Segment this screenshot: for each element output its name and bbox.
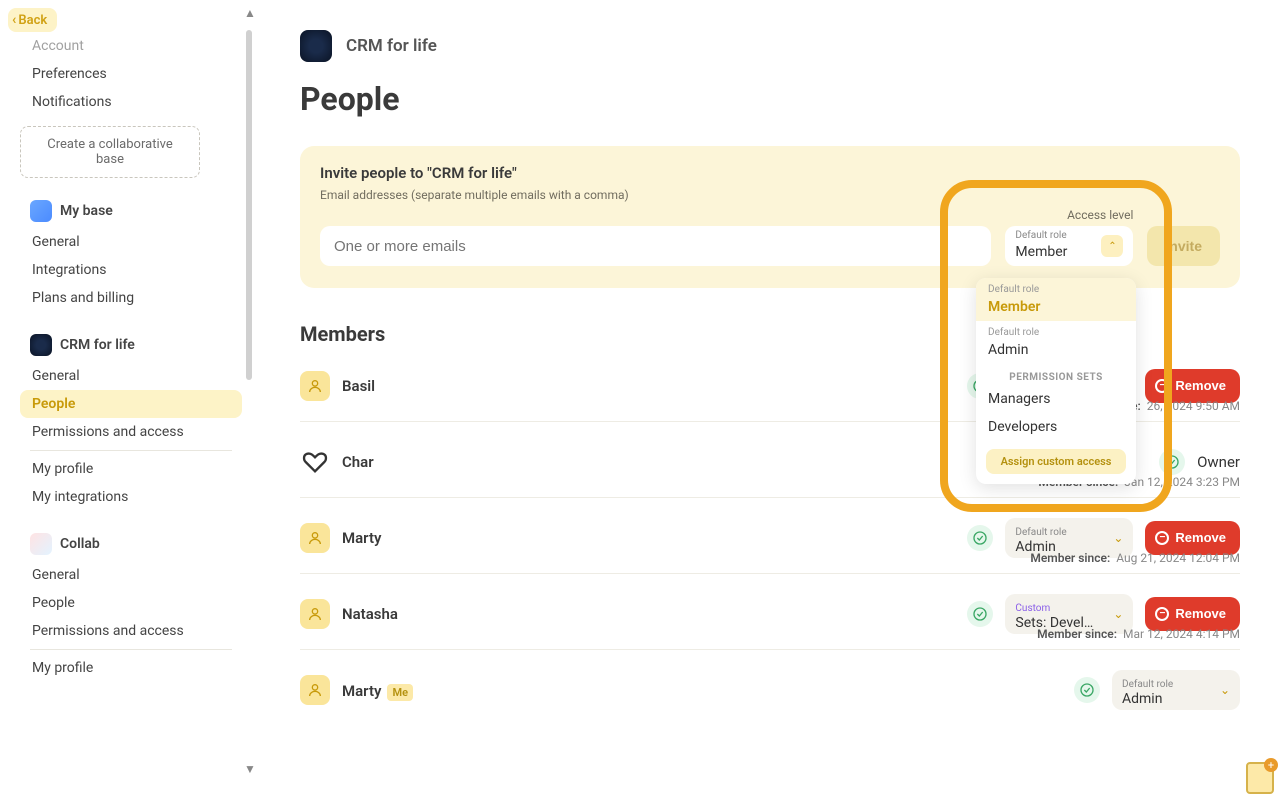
verified-icon: [1159, 449, 1185, 475]
dropdown-set-managers[interactable]: Managers: [976, 385, 1136, 413]
member-row: Marty Me Default roleAdmin ⌄: [300, 650, 1240, 726]
remove-button[interactable]: −Remove: [1145, 369, 1240, 403]
chevron-left-icon: ‹: [12, 12, 16, 28]
invite-panel: Invite people to "CRM for life" Email ad…: [300, 146, 1240, 288]
divider: [30, 450, 232, 451]
sidebar: ▲ ▼ Account Preferences Notifications Cr…: [0, 0, 250, 800]
verified-icon: [967, 601, 993, 627]
remove-button[interactable]: −Remove: [1145, 597, 1240, 631]
sidebar-item-people[interactable]: People: [20, 589, 242, 617]
back-label: Back: [18, 13, 47, 28]
member-name: Marty: [342, 529, 381, 547]
member-name: Basil: [342, 377, 375, 395]
role-value: Admin: [1122, 691, 1173, 708]
email-input[interactable]: [320, 226, 991, 266]
sidebar-item-general[interactable]: General: [20, 561, 242, 589]
dropdown-sets-header: PERMISSION SETS: [976, 364, 1136, 385]
me-badge: Me: [387, 684, 413, 701]
back-button[interactable]: ‹ Back: [8, 8, 57, 32]
chevron-down-icon: ⌄: [1113, 607, 1123, 621]
mybase-icon: [30, 200, 52, 222]
member-since: Member since:Mar 12, 2024 4:14 PM: [1037, 627, 1240, 641]
plus-badge-icon: +: [1264, 758, 1278, 772]
dropdown-value: Member: [988, 299, 1040, 315]
user-avatar-icon: [300, 523, 330, 553]
remove-label: Remove: [1175, 378, 1226, 393]
clipboard-icon[interactable]: +: [1246, 762, 1274, 794]
dropdown-set-developers[interactable]: Developers: [976, 413, 1136, 441]
role-dropdown: Default role Member Default role Admin P…: [976, 278, 1136, 484]
role-small-label: Default role: [1015, 527, 1066, 538]
user-avatar-icon: [300, 371, 330, 401]
chevron-down-icon: ⌄: [1220, 683, 1230, 697]
dropdown-option-member[interactable]: Default role Member: [976, 278, 1136, 321]
sidebar-item-general[interactable]: General: [20, 228, 242, 256]
member-name: Natasha: [342, 605, 398, 623]
member-row: NatashaCustomSets: Devel…⌄−RemoveMember …: [300, 574, 1240, 650]
role-select[interactable]: Default roleAdmin ⌄: [1112, 670, 1240, 710]
sidebar-item-myprofile[interactable]: My profile: [20, 654, 242, 682]
verified-icon: [1074, 677, 1100, 703]
role-small-label: Default role: [1015, 231, 1067, 241]
minus-circle-icon: −: [1155, 379, 1169, 393]
access-level-select[interactable]: Default role Member ⌃: [1005, 226, 1133, 266]
invite-hint: Email addresses (separate multiple email…: [320, 188, 1220, 202]
sidebar-group-label: Collab: [60, 536, 100, 552]
sidebar-item-myprofile[interactable]: My profile: [20, 455, 242, 483]
user-avatar-icon: [300, 599, 330, 629]
remove-label: Remove: [1175, 606, 1226, 621]
role-value: Member: [1015, 244, 1067, 260]
role-small-label: Default role: [1122, 679, 1173, 690]
crm-icon: [30, 334, 52, 356]
assign-custom-access-button[interactable]: Assign custom access: [986, 449, 1126, 474]
chevron-up-icon: ⌃: [1101, 235, 1123, 257]
remove-label: Remove: [1175, 530, 1226, 545]
remove-button[interactable]: −Remove: [1145, 521, 1240, 555]
sidebar-group-collab[interactable]: Collab: [20, 525, 242, 561]
sidebar-item-myintegrations[interactable]: My integrations: [20, 483, 242, 511]
access-level-label: Access level: [1005, 208, 1133, 222]
member-row: MartyDefault roleAdmin⌄−RemoveMember sin…: [300, 498, 1240, 574]
sidebar-item-permissions[interactable]: Permissions and access: [20, 617, 242, 645]
minus-circle-icon: −: [1155, 531, 1169, 545]
sidebar-item-integrations[interactable]: Integrations: [20, 256, 242, 284]
sidebar-item-people[interactable]: People: [20, 390, 242, 418]
owner-label: Owner: [1197, 453, 1240, 471]
invite-button[interactable]: Invite: [1147, 226, 1220, 266]
create-base-button[interactable]: Create a collaborative base: [20, 126, 200, 178]
workspace-icon: [300, 30, 332, 62]
dropdown-small: Default role: [988, 327, 1124, 339]
minus-circle-icon: −: [1155, 607, 1169, 621]
sidebar-item-preferences[interactable]: Preferences: [20, 60, 242, 88]
dropdown-small: Default role: [988, 284, 1124, 296]
sidebar-group-crm[interactable]: CRM for life: [20, 326, 242, 362]
sidebar-item-notifications[interactable]: Notifications: [20, 88, 242, 116]
member-name: Marty: [342, 682, 381, 700]
member-since: Member since:Aug 21, 2024 12:04 PM: [1030, 551, 1240, 565]
collab-icon: [30, 533, 52, 555]
member-name: Char: [342, 453, 374, 471]
user-avatar-icon: [300, 675, 330, 705]
verified-icon: [967, 525, 993, 551]
sidebar-group-label: CRM for life: [60, 337, 135, 353]
sidebar-item-account[interactable]: Account: [20, 32, 242, 60]
workspace-name: CRM for life: [346, 36, 437, 56]
chevron-down-icon: ⌄: [1113, 531, 1123, 545]
sidebar-item-permissions[interactable]: Permissions and access: [20, 418, 242, 446]
role-small-label: Custom: [1015, 603, 1050, 614]
divider: [30, 649, 232, 650]
invite-title: Invite people to "CRM for life": [320, 164, 1220, 182]
sidebar-item-plans[interactable]: Plans and billing: [20, 284, 242, 312]
dropdown-option-admin[interactable]: Default role Admin: [976, 321, 1136, 364]
sidebar-item-general[interactable]: General: [20, 362, 242, 390]
sidebar-group-label: My base: [60, 203, 113, 219]
dropdown-value: Admin: [988, 342, 1028, 358]
page-title: People: [300, 80, 1240, 118]
sidebar-group-mybase[interactable]: My base: [20, 192, 242, 228]
heart-avatar-icon: [300, 447, 330, 477]
